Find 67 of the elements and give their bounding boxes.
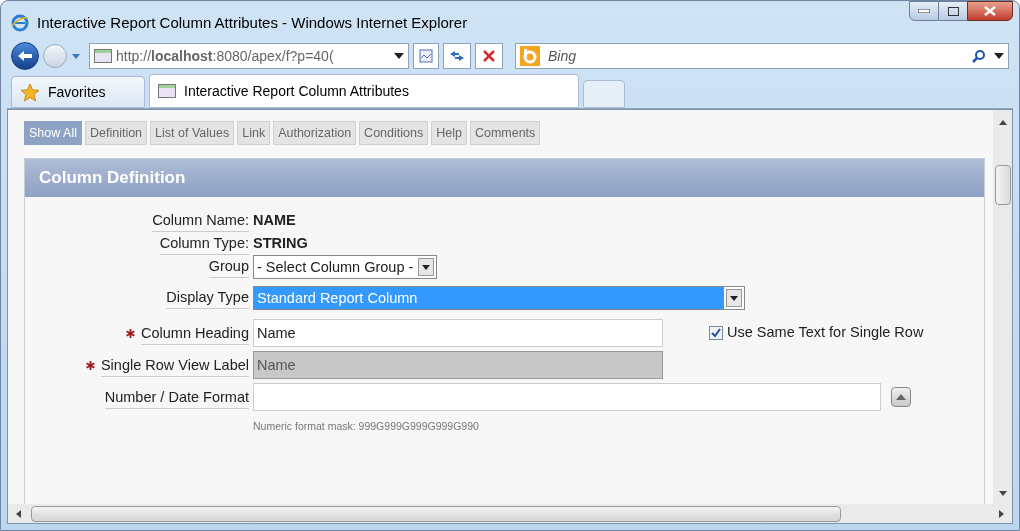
field-value: STRING — [253, 234, 308, 253]
browser-logo-icon — [11, 14, 29, 32]
section-tab-button[interactable]: Help — [431, 121, 467, 145]
scroll-down-arrow-icon[interactable] — [998, 491, 1007, 496]
up-arrow-icon — [896, 394, 906, 400]
field-label: Number / Date Format — [104, 385, 249, 409]
star-icon — [20, 82, 40, 102]
stop-x-icon — [483, 50, 495, 62]
section-title: Column Definition — [39, 167, 186, 190]
section-tab-button[interactable]: Link — [237, 121, 271, 145]
field-label: Column Type: — [159, 232, 249, 255]
dropdown-arrow-icon — [730, 295, 738, 301]
field-label: Column Name: — [152, 209, 249, 232]
hint-text: Numeric format mask: 999G999G999G999G990 — [253, 419, 480, 434]
section-tab-button[interactable]: Conditions — [359, 121, 429, 145]
maximize-button[interactable] — [939, 1, 967, 21]
refresh-arrows-icon — [449, 50, 465, 62]
text-input-field[interactable] — [253, 383, 881, 411]
url-text: http://localhost:8080/apex/f?p=40( — [116, 46, 334, 66]
history-dropdown-icon[interactable] — [71, 52, 81, 60]
popup-button[interactable] — [891, 387, 911, 407]
search-icon[interactable] — [972, 49, 986, 63]
field-label: Column Heading — [141, 321, 249, 345]
close-button[interactable] — [967, 1, 1013, 21]
search-field[interactable]: Bing — [515, 43, 1009, 69]
favorites-button[interactable]: Favorites — [11, 76, 145, 108]
back-arrow-icon — [17, 50, 33, 62]
checkbox[interactable] — [709, 326, 723, 340]
search-engine-logo-icon — [520, 46, 540, 66]
address-bar[interactable]: http://localhost:8080/apex/f?p=40( — [89, 43, 409, 69]
scroll-right-arrow-icon[interactable] — [999, 509, 1004, 518]
back-button[interactable] — [11, 42, 39, 70]
scroll-thumb[interactable] — [31, 505, 841, 522]
section-tab-button[interactable]: Comments — [469, 121, 541, 145]
section-tab-button[interactable]: Definition — [84, 121, 148, 145]
page-icon — [158, 84, 176, 98]
minimize-button[interactable] — [909, 1, 939, 21]
browser-tab[interactable]: Interactive Report Column Attributes — [149, 74, 579, 108]
vertical-scrollbar[interactable] — [993, 110, 1012, 504]
page-icon — [94, 49, 112, 63]
field-value: NAME — [253, 211, 296, 230]
scroll-left-arrow-icon[interactable] — [16, 509, 21, 518]
horizontal-scrollbar[interactable] — [8, 504, 1012, 523]
scroll-thumb[interactable] — [994, 165, 1011, 205]
field-label: Single Row View Label — [100, 353, 249, 377]
close-icon — [984, 6, 996, 16]
field-label: Display Type — [166, 286, 249, 309]
dropdown-arrow-icon[interactable] — [994, 53, 1004, 59]
window-title: Interactive Report Column Attributes - Windows Internet Explorer — [37, 12, 468, 33]
section-tab-button[interactable]: List of Values — [150, 121, 235, 145]
scroll-up-arrow-icon[interactable] — [998, 120, 1007, 125]
refresh-button[interactable] — [443, 43, 471, 69]
minimize-icon — [918, 9, 930, 13]
maximize-icon — [947, 6, 959, 16]
dropdown-arrow-icon[interactable] — [394, 53, 404, 59]
dropdown-arrow-icon — [422, 264, 431, 270]
compatibility-button[interactable] — [413, 43, 439, 69]
text-input-field[interactable]: Name — [253, 319, 663, 347]
search-input[interactable]: Bing — [548, 45, 964, 67]
dropdown-field[interactable]: - Select Column Group - — [253, 255, 438, 279]
dropdown-field[interactable]: Standard Report Column — [253, 286, 745, 310]
broken-page-icon — [419, 49, 433, 63]
section-tab-button[interactable]: Show All — [24, 121, 82, 145]
field-label: Group — [208, 255, 249, 278]
stop-button[interactable] — [475, 43, 503, 69]
checkbox-label: Use Same Text for Single Row — [727, 323, 924, 343]
section-tab-button[interactable]: Authorization — [273, 121, 357, 145]
